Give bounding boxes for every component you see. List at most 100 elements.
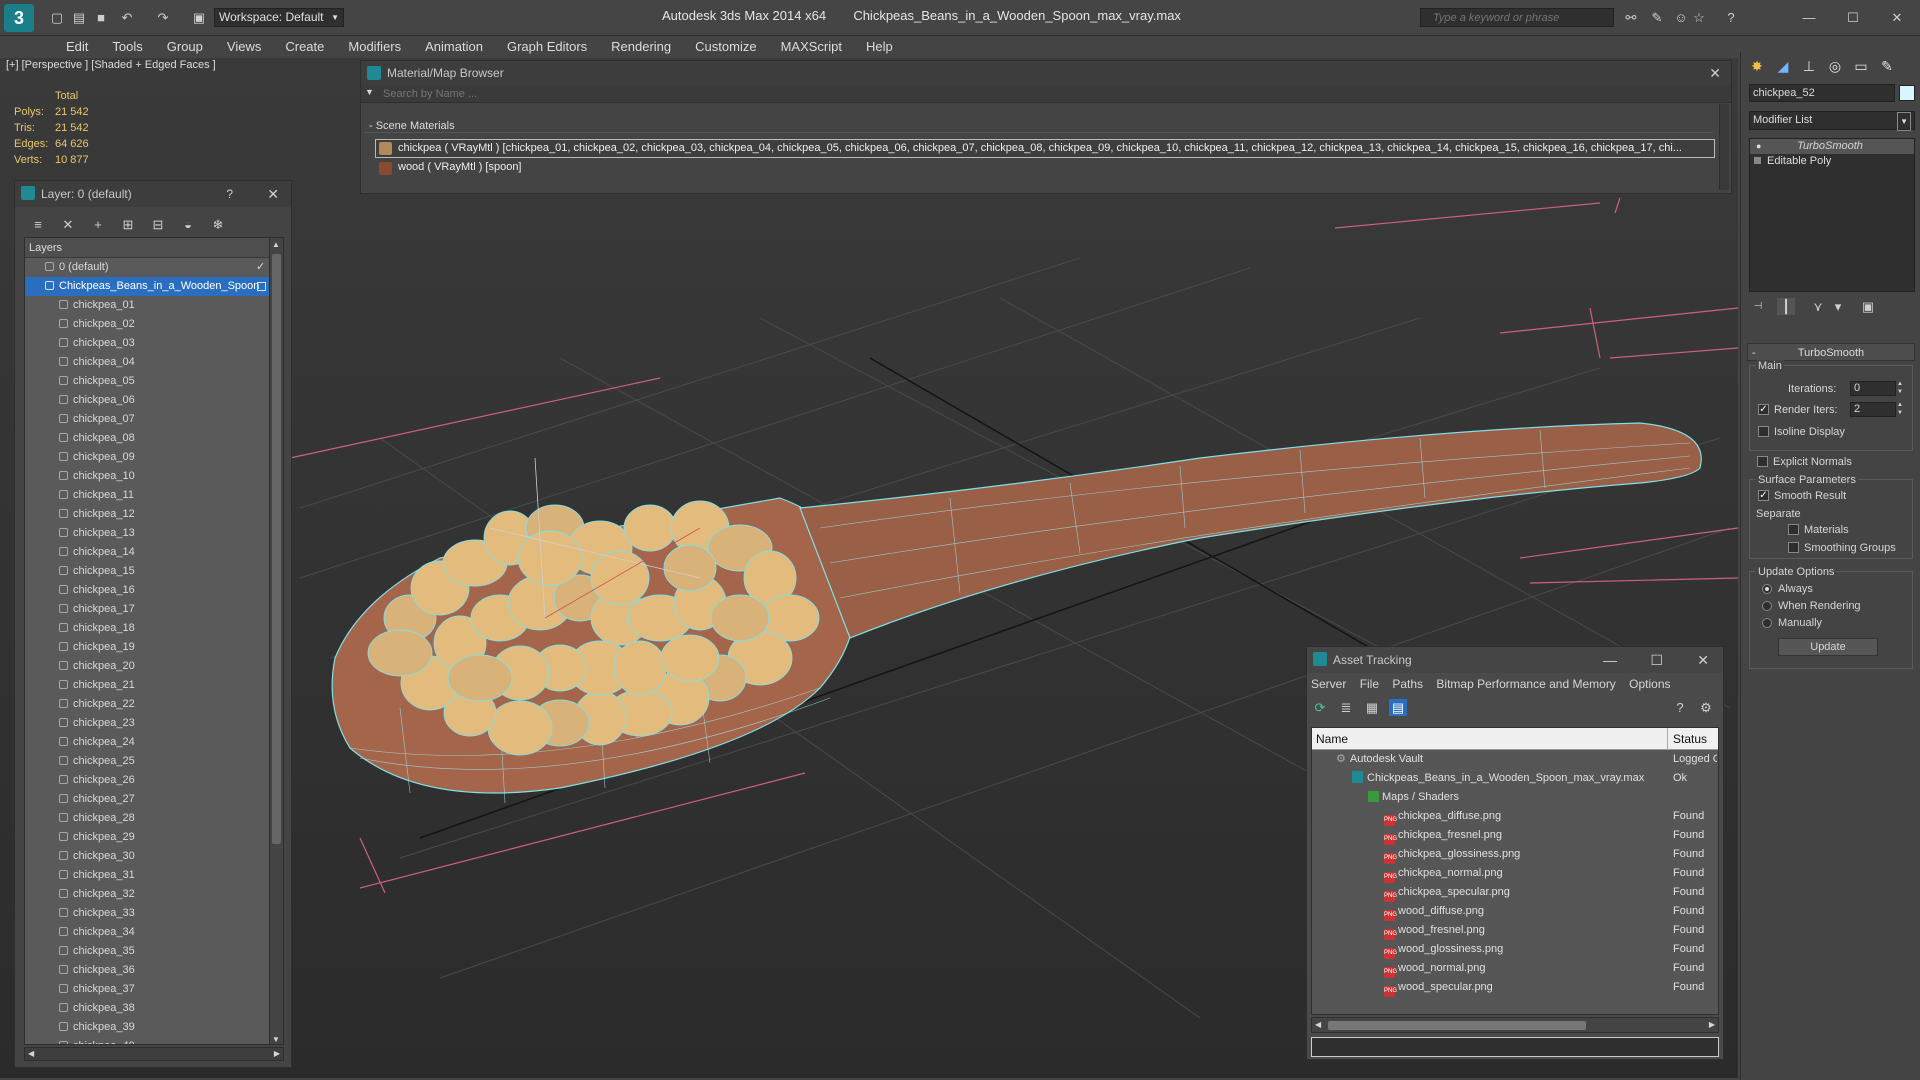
material-item[interactable]: wood ( VRayMtl ) [spoon]: [375, 159, 1715, 178]
layer-child-row[interactable]: chickpea_04: [25, 353, 283, 372]
menu-customize[interactable]: Customize: [683, 36, 768, 58]
menu-animation[interactable]: Animation: [413, 36, 495, 58]
asset-menu-bitmap[interactable]: Bitmap Performance and Memory: [1436, 677, 1615, 691]
help-button[interactable]: ?: [226, 181, 233, 207]
scroll-left-icon[interactable]: ◀: [28, 1049, 34, 1058]
maximize-icon[interactable]: ☐: [1844, 9, 1862, 26]
isoline-checkbox[interactable]: [1758, 426, 1769, 437]
close-icon[interactable]: ✕: [267, 181, 279, 207]
layer-child-row[interactable]: chickpea_02: [25, 315, 283, 334]
show-end-result-icon[interactable]: ┃: [1777, 298, 1795, 315]
layer-child-row[interactable]: chickpea_23: [25, 714, 283, 733]
asset-menu-options[interactable]: Options: [1629, 677, 1670, 691]
table-row[interactable]: PNGchickpea_diffuse.png Found: [1312, 807, 1718, 826]
layer-child-row[interactable]: chickpea_06: [25, 391, 283, 410]
scene-materials-group[interactable]: - Scene Materials: [365, 119, 1713, 133]
layer-toggle-icon[interactable]: [257, 282, 266, 291]
modifier-list-dropdown[interactable]: Modifier List ▼: [1749, 111, 1915, 131]
current-layer-check-icon[interactable]: ✓: [256, 258, 265, 277]
layer-child-row[interactable]: chickpea_21: [25, 676, 283, 695]
asset-tracking-titlebar[interactable]: Asset Tracking — ☐ ✕: [1307, 647, 1723, 673]
table-row[interactable]: PNGchickpea_glossiness.png Found: [1312, 845, 1718, 864]
menu-create[interactable]: Create: [273, 36, 336, 58]
layer-child-row[interactable]: chickpea_37: [25, 980, 283, 999]
modify-tab-icon[interactable]: ◢: [1771, 54, 1795, 78]
smoothing-groups-checkbox[interactable]: [1788, 542, 1799, 553]
search-input[interactable]: [1421, 9, 1605, 26]
asset-menu-server[interactable]: Server: [1311, 677, 1346, 691]
user-icon[interactable]: ☺: [1672, 9, 1690, 26]
utilities-tab-icon[interactable]: ✎: [1875, 54, 1899, 78]
undo-icon[interactable]: ↶: [118, 9, 136, 26]
workspace-dropdown[interactable]: Workspace: Default ▼: [214, 8, 344, 27]
communication-icon[interactable]: ✎: [1648, 9, 1666, 26]
new-file-icon[interactable]: ▢: [48, 9, 66, 26]
material-browser-titlebar[interactable]: Material/Map Browser ✕: [361, 61, 1731, 85]
layer-child-row[interactable]: chickpea_29: [25, 828, 283, 847]
menu-modifiers[interactable]: Modifiers: [336, 36, 413, 58]
project-folder-icon[interactable]: ▣: [190, 9, 208, 26]
update-button[interactable]: Update: [1778, 638, 1878, 656]
close-icon[interactable]: ✕: [1697, 647, 1709, 673]
layer-child-row[interactable]: chickpea_09: [25, 448, 283, 467]
layer-child-row[interactable]: chickpea_36: [25, 961, 283, 980]
layer-child-row[interactable]: chickpea_32: [25, 885, 283, 904]
update-manually-radio[interactable]: [1762, 618, 1772, 628]
layer-child-row[interactable]: chickpea_10: [25, 467, 283, 486]
asset-menu-file[interactable]: File: [1360, 677, 1379, 691]
scroll-left-icon[interactable]: ◀: [1315, 1020, 1321, 1029]
layer-child-row[interactable]: chickpea_13: [25, 524, 283, 543]
search-options-icon[interactable]: ▼: [365, 87, 374, 97]
layer-child-row[interactable]: chickpea_05: [25, 372, 283, 391]
column-name[interactable]: Name: [1312, 732, 1348, 746]
layer-child-row[interactable]: chickpea_28: [25, 809, 283, 828]
scroll-down-icon[interactable]: ▼: [272, 1035, 280, 1044]
highlight-layer-icon[interactable]: ⊟: [149, 216, 167, 233]
display-tab-icon[interactable]: ▭: [1849, 54, 1873, 78]
asset-menu-paths[interactable]: Paths: [1392, 677, 1423, 691]
update-always-radio[interactable]: [1762, 584, 1772, 594]
layer-child-row[interactable]: chickpea_11: [25, 486, 283, 505]
pin-stack-icon[interactable]: ⊣: [1749, 298, 1767, 315]
material-item[interactable]: chickpea ( VRayMtl ) [chickpea_01, chick…: [375, 139, 1715, 158]
motion-tab-icon[interactable]: ◎: [1823, 54, 1847, 78]
stack-item-editable-poly[interactable]: Editable Poly: [1750, 154, 1914, 169]
table-row[interactable]: PNGwood_fresnel.png Found: [1312, 921, 1718, 940]
table-row[interactable]: Maps / Shaders: [1312, 788, 1718, 807]
layer-child-row[interactable]: chickpea_12: [25, 505, 283, 524]
menu-group[interactable]: Group: [155, 36, 215, 58]
layer-child-row[interactable]: chickpea_18: [25, 619, 283, 638]
configure-sets-icon[interactable]: ▣: [1859, 298, 1877, 315]
layer-child-row[interactable]: chickpea_25: [25, 752, 283, 771]
close-icon[interactable]: ✕: [1709, 61, 1721, 85]
layer-child-row[interactable]: chickpea_30: [25, 847, 283, 866]
layer-child-row[interactable]: chickpea_24: [25, 733, 283, 752]
table-row[interactable]: ⚙ Autodesk Vault Logged C: [1312, 750, 1718, 769]
scroll-thumb[interactable]: [1328, 1021, 1586, 1030]
layer-child-row[interactable]: chickpea_20: [25, 657, 283, 676]
close-icon[interactable]: ✕: [1888, 9, 1906, 26]
layer-panel-titlebar[interactable]: Layer: 0 (default) ? ✕: [15, 181, 291, 207]
column-status[interactable]: Status: [1667, 728, 1718, 750]
new-layer-icon[interactable]: ≡: [29, 216, 47, 233]
layer-child-row[interactable]: chickpea_03: [25, 334, 283, 353]
add-to-layer-icon[interactable]: +: [89, 216, 107, 233]
refresh-icon[interactable]: ⟳: [1311, 699, 1329, 716]
help-icon[interactable]: ?: [1671, 699, 1689, 716]
layer-child-row[interactable]: chickpea_27: [25, 790, 283, 809]
render-iters-checkbox[interactable]: ✓: [1758, 404, 1769, 415]
layer-list[interactable]: Layers 0 (default) ✓ Chickpeas_Beans_in_…: [24, 237, 284, 1045]
delete-layer-icon[interactable]: ✕: [59, 216, 77, 233]
layer-child-row[interactable]: chickpea_17: [25, 600, 283, 619]
layer-child-row[interactable]: chickpea_31: [25, 866, 283, 885]
layer-child-row[interactable]: chickpea_19: [25, 638, 283, 657]
horizontal-scrollbar[interactable]: ◀ ▶: [24, 1047, 284, 1061]
stack-item-turbosmooth[interactable]: ● TurboSmooth: [1750, 139, 1914, 154]
scroll-right-icon[interactable]: ▶: [274, 1049, 280, 1058]
layer-child-row[interactable]: chickpea_08: [25, 429, 283, 448]
hide-layers-icon[interactable]: ◒: [179, 216, 197, 233]
table-row[interactable]: PNGwood_normal.png Found: [1312, 959, 1718, 978]
viewport-label[interactable]: [+] [Perspective ] [Shaded + Edged Faces…: [6, 59, 216, 71]
layer-row-selected[interactable]: Chickpeas_Beans_in_a_Wooden_Spoon: [25, 277, 283, 296]
table-row[interactable]: PNGwood_specular.png Found: [1312, 978, 1718, 997]
